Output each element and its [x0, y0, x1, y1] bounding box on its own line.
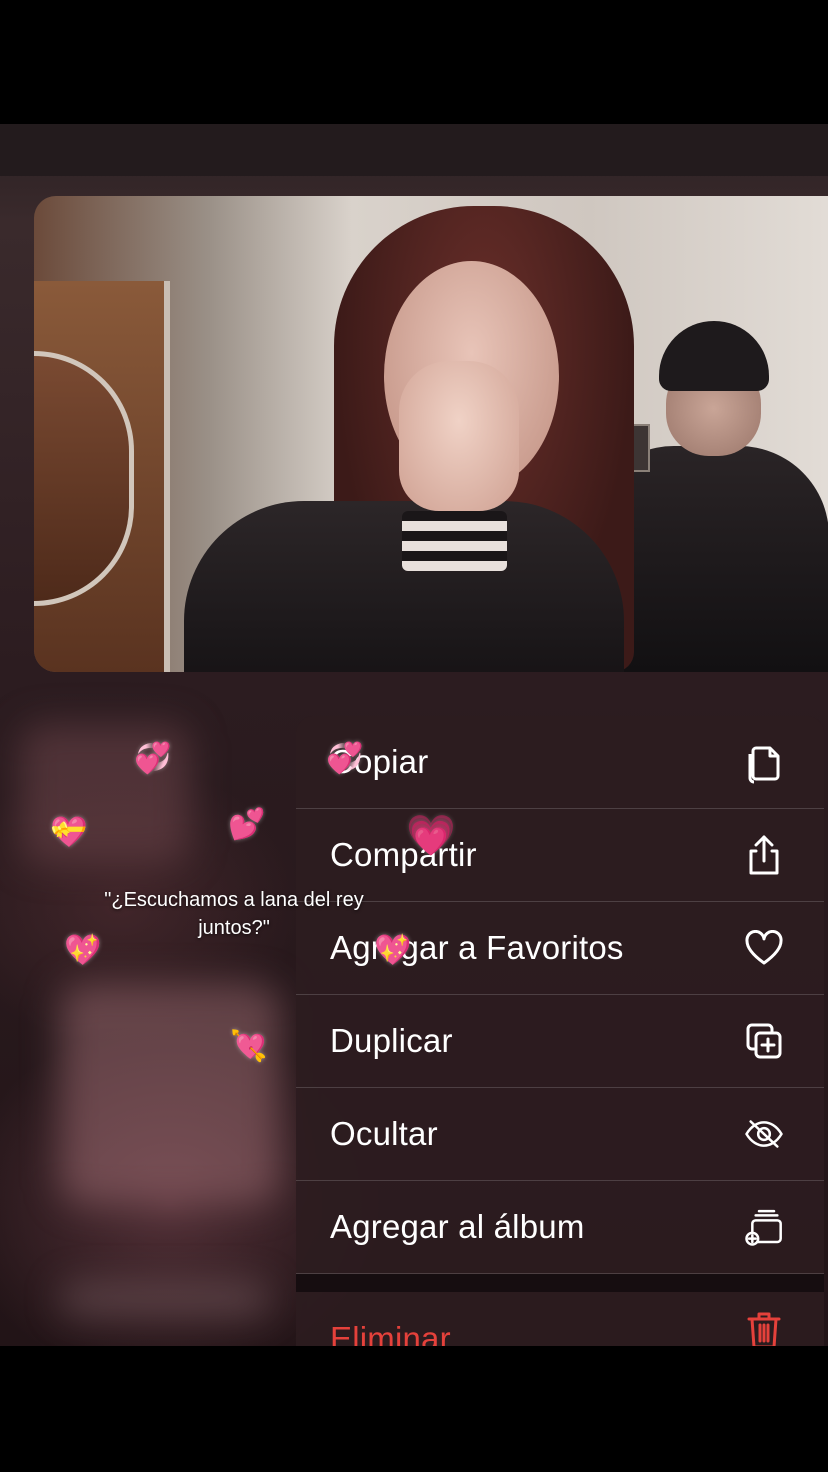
- menu-separator: [296, 1274, 824, 1292]
- menu-item-duplicate[interactable]: Duplicar: [296, 995, 824, 1088]
- menu-item-label: Agregar al álbum: [330, 1208, 585, 1245]
- menu-item-label: Eliminar: [330, 1320, 451, 1346]
- menu-item-delete[interactable]: Eliminar: [296, 1292, 824, 1346]
- video-caption: "¿Escuchamos a lana del rey juntos?": [84, 886, 384, 942]
- photo-cuff: [402, 511, 507, 571]
- duplicate-icon: [744, 1021, 784, 1061]
- heart-sticker-icon: 💖: [64, 934, 102, 967]
- context-menu: Copiar Compartir Agregar a Favoritos Dup…: [296, 716, 824, 1346]
- trash-icon: [744, 1310, 784, 1346]
- share-icon: [744, 835, 784, 875]
- eye-slash-icon: [744, 1114, 784, 1154]
- caption-line-1: "¿Escuchamos a lana del rey: [104, 889, 364, 911]
- video-frame: Copiar Compartir Agregar a Favoritos Dup…: [0, 124, 828, 1346]
- heart-sticker-icon: 💝: [50, 816, 88, 849]
- add-to-album-icon: [744, 1207, 784, 1247]
- heart-sticker-icon: 💞: [326, 742, 364, 775]
- heart-sticker-icon: 💞: [134, 742, 172, 775]
- heart-icon: [744, 928, 784, 968]
- blurred-background-item: [60, 984, 280, 1204]
- copy-icon: [744, 742, 784, 784]
- photo-hand: [399, 361, 519, 511]
- caption-line-2: juntos?": [198, 917, 270, 939]
- preview-photo[interactable]: [34, 196, 828, 672]
- blurred-background-item: [60, 1284, 270, 1314]
- heart-sticker-icon: 💘: [230, 1030, 268, 1063]
- menu-item-label: Ocultar: [330, 1115, 438, 1152]
- menu-item-label: Duplicar: [330, 1022, 453, 1059]
- menu-item-copy[interactable]: Copiar: [296, 716, 824, 809]
- menu-item-add-to-album[interactable]: Agregar al álbum: [296, 1181, 824, 1274]
- heart-sticker-icon: 💕: [228, 808, 266, 841]
- heart-sticker-icon: 💖: [374, 934, 412, 967]
- menu-item-hide[interactable]: Ocultar: [296, 1088, 824, 1181]
- top-strip: [0, 124, 828, 176]
- heart-sticker-icon: 💗: [406, 814, 456, 858]
